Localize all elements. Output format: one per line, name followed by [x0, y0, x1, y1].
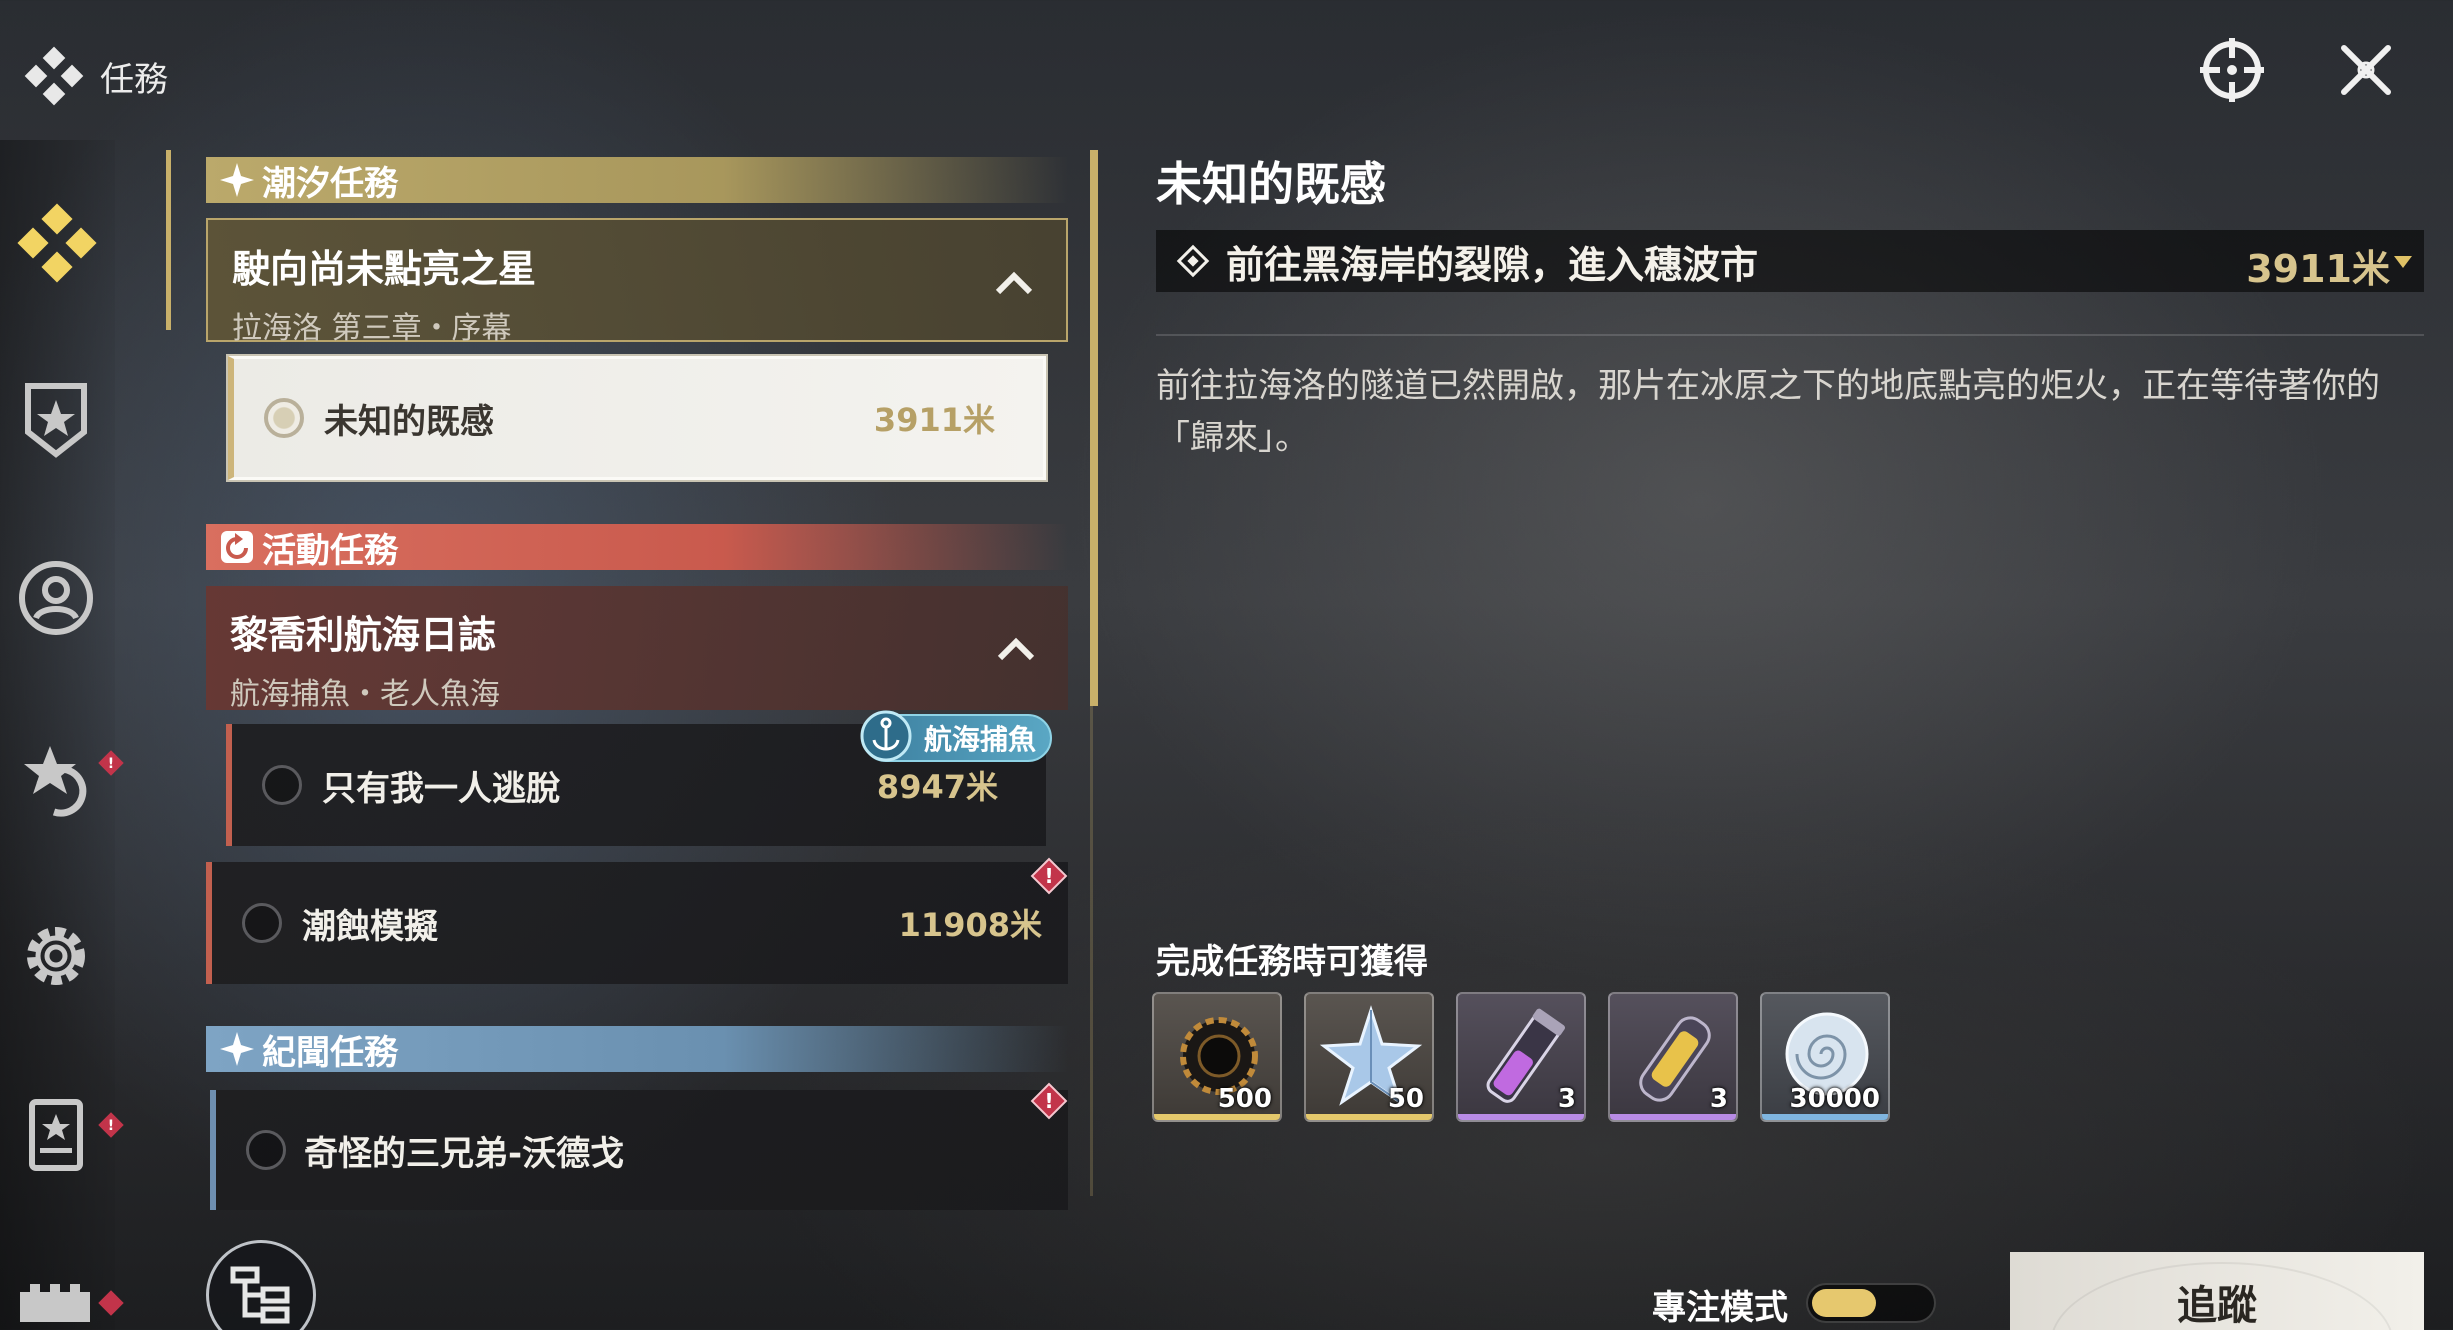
divider — [1156, 334, 2424, 336]
sparkle-icon — [220, 1032, 254, 1066]
quest-radio — [262, 765, 302, 805]
chevron-up-icon[interactable] — [994, 270, 1034, 296]
section-header-tide: 潮汐任務 — [206, 157, 1068, 204]
alert-icon: ! — [1030, 857, 1068, 895]
star-book-icon — [29, 1099, 83, 1171]
reward-qty: 50 — [1387, 1084, 1424, 1114]
diamond-marker-icon — [1176, 244, 1210, 278]
reward-item[interactable]: 3 — [1456, 992, 1586, 1122]
chapter-title: 黎喬利航海日誌 — [230, 613, 497, 657]
svg-text:!: ! — [108, 1118, 114, 1134]
chapter-subtitle: 拉海洛 第三章・序幕 — [232, 311, 512, 346]
objective-distance: 3911米 — [2246, 247, 2390, 291]
reward-qty: 3 — [1709, 1084, 1728, 1114]
rarity-bar — [1458, 1114, 1584, 1120]
chevron-up-icon[interactable] — [996, 636, 1036, 662]
reward-item[interactable]: 30000 — [1760, 992, 1890, 1122]
tasks-alert-icon: ! — [98, 1112, 124, 1138]
chapter-title: 駛向尚未點亮之星 — [232, 247, 537, 291]
rewards-title: 完成任務時可獲得 — [1156, 942, 1428, 982]
anchor-icon — [860, 710, 912, 762]
more-alert-icon — [98, 1290, 124, 1316]
sidebar-item-settings[interactable] — [10, 910, 102, 1002]
reward-item[interactable]: 50 — [1304, 992, 1434, 1122]
sidebar-item-quests[interactable] — [10, 196, 102, 288]
chapter-card-event[interactable]: 黎喬利航海日誌 航海捕魚・老人魚海 — [206, 586, 1068, 712]
reward-qty: 30000 — [1789, 1084, 1880, 1114]
quest-detail-title: 未知的既感 — [1156, 157, 1386, 211]
page-title: 任務 — [100, 60, 168, 100]
rarity-bar — [1154, 1114, 1280, 1120]
quest-diamond-icon — [17, 203, 97, 283]
svg-text:!: ! — [1044, 864, 1053, 888]
quest-list-scrollbar[interactable] — [1090, 150, 1098, 706]
quest-list-scroll-track — [1090, 706, 1093, 1196]
reward-item[interactable]: 3 — [1608, 992, 1738, 1122]
target-icon[interactable] — [2196, 34, 2268, 106]
quest-item[interactable]: 潮蝕模擬 11908米 — [206, 862, 1068, 984]
quest-distance: 11908米 — [898, 906, 1042, 944]
refresh-badge-icon — [221, 531, 253, 563]
quest-radio — [242, 903, 282, 943]
svg-text:!: ! — [108, 756, 114, 772]
toggle-knob — [1812, 1289, 1876, 1317]
star-refresh-icon — [24, 746, 87, 817]
quest-distance: 3911米 — [873, 401, 995, 439]
quest-name: 潮蝕模擬 — [302, 906, 438, 947]
quest-radio — [264, 398, 304, 438]
reward-item[interactable]: 500 — [1152, 992, 1282, 1122]
quest-description: 前往拉海洛的隧道已然開啟，那片在冰原之下的地底點亮的炬火，正在等待著你的「歸來」… — [1156, 366, 2380, 458]
section-label: 紀聞任務 — [262, 1032, 398, 1073]
quest-radio — [246, 1130, 286, 1170]
quest-logo-icon — [24, 46, 84, 106]
sidebar-item-tasks[interactable] — [10, 1090, 102, 1182]
quest-name: 只有我一人逃脫 — [322, 768, 560, 809]
alert-icon: ! — [1030, 1082, 1068, 1120]
sparkle-icon — [220, 163, 254, 197]
gear-icon — [27, 927, 85, 985]
objective-text: 前往黑海岸的裂隙，進入穗波市 — [1226, 242, 1759, 287]
quest-name: 奇怪的三兄弟-沃德戈 — [304, 1133, 625, 1174]
reward-qty: 3 — [1557, 1084, 1576, 1114]
rarity-bar — [1306, 1114, 1432, 1120]
sidebar-active-indicator — [166, 150, 171, 330]
objective-bar[interactable]: 前往黑海岸的裂隙，進入穗波市 3911米 — [1156, 230, 2424, 292]
chapter-card-tide[interactable]: 駛向尚未點亮之星 拉海洛 第三章・序幕 — [206, 218, 1068, 346]
section-header-event: 活動任務 — [206, 524, 1068, 571]
fishing-tag-label: 航海捕魚 — [923, 723, 1036, 756]
track-button[interactable]: 追蹤 — [2010, 1252, 2424, 1330]
tree-structure-icon — [230, 1266, 290, 1324]
sidebar-item-characters[interactable] — [10, 552, 102, 644]
caret-down-icon — [2394, 256, 2412, 268]
section-label: 活動任務 — [262, 530, 398, 571]
quest-item[interactable]: 奇怪的三兄弟-沃德戈 — [210, 1090, 1068, 1210]
focus-mode-label: 專注模式 — [1652, 1288, 1788, 1328]
sidebar-item-more[interactable] — [10, 1262, 102, 1330]
focus-mode-toggle[interactable] — [1806, 1283, 1936, 1323]
rarity-bar — [1610, 1114, 1736, 1120]
person-circle-icon — [19, 561, 93, 635]
events-alert-icon: ! — [98, 750, 124, 776]
shield-star-icon — [25, 383, 87, 458]
chapter-subtitle: 航海捕魚・老人魚海 — [230, 677, 500, 712]
sidebar-item-achievements[interactable] — [10, 372, 102, 464]
quest-name: 未知的既感 — [324, 401, 494, 442]
quest-distance: 8947米 — [876, 768, 998, 806]
castle-icon — [20, 1284, 90, 1322]
svg-text:!: ! — [1044, 1089, 1053, 1113]
rarity-bar — [1762, 1114, 1888, 1120]
sidebar-item-events[interactable] — [10, 734, 102, 826]
close-icon[interactable] — [2330, 34, 2402, 106]
section-header-lore: 紀聞任務 — [206, 1026, 1068, 1073]
section-label: 潮汐任務 — [262, 163, 398, 204]
quest-item-selected[interactable]: 未知的既感 3911米 — [226, 354, 1048, 482]
quest-tree-button[interactable] — [206, 1240, 316, 1330]
track-button-label: 追蹤 — [2177, 1283, 2257, 1329]
reward-qty: 500 — [1217, 1084, 1272, 1114]
